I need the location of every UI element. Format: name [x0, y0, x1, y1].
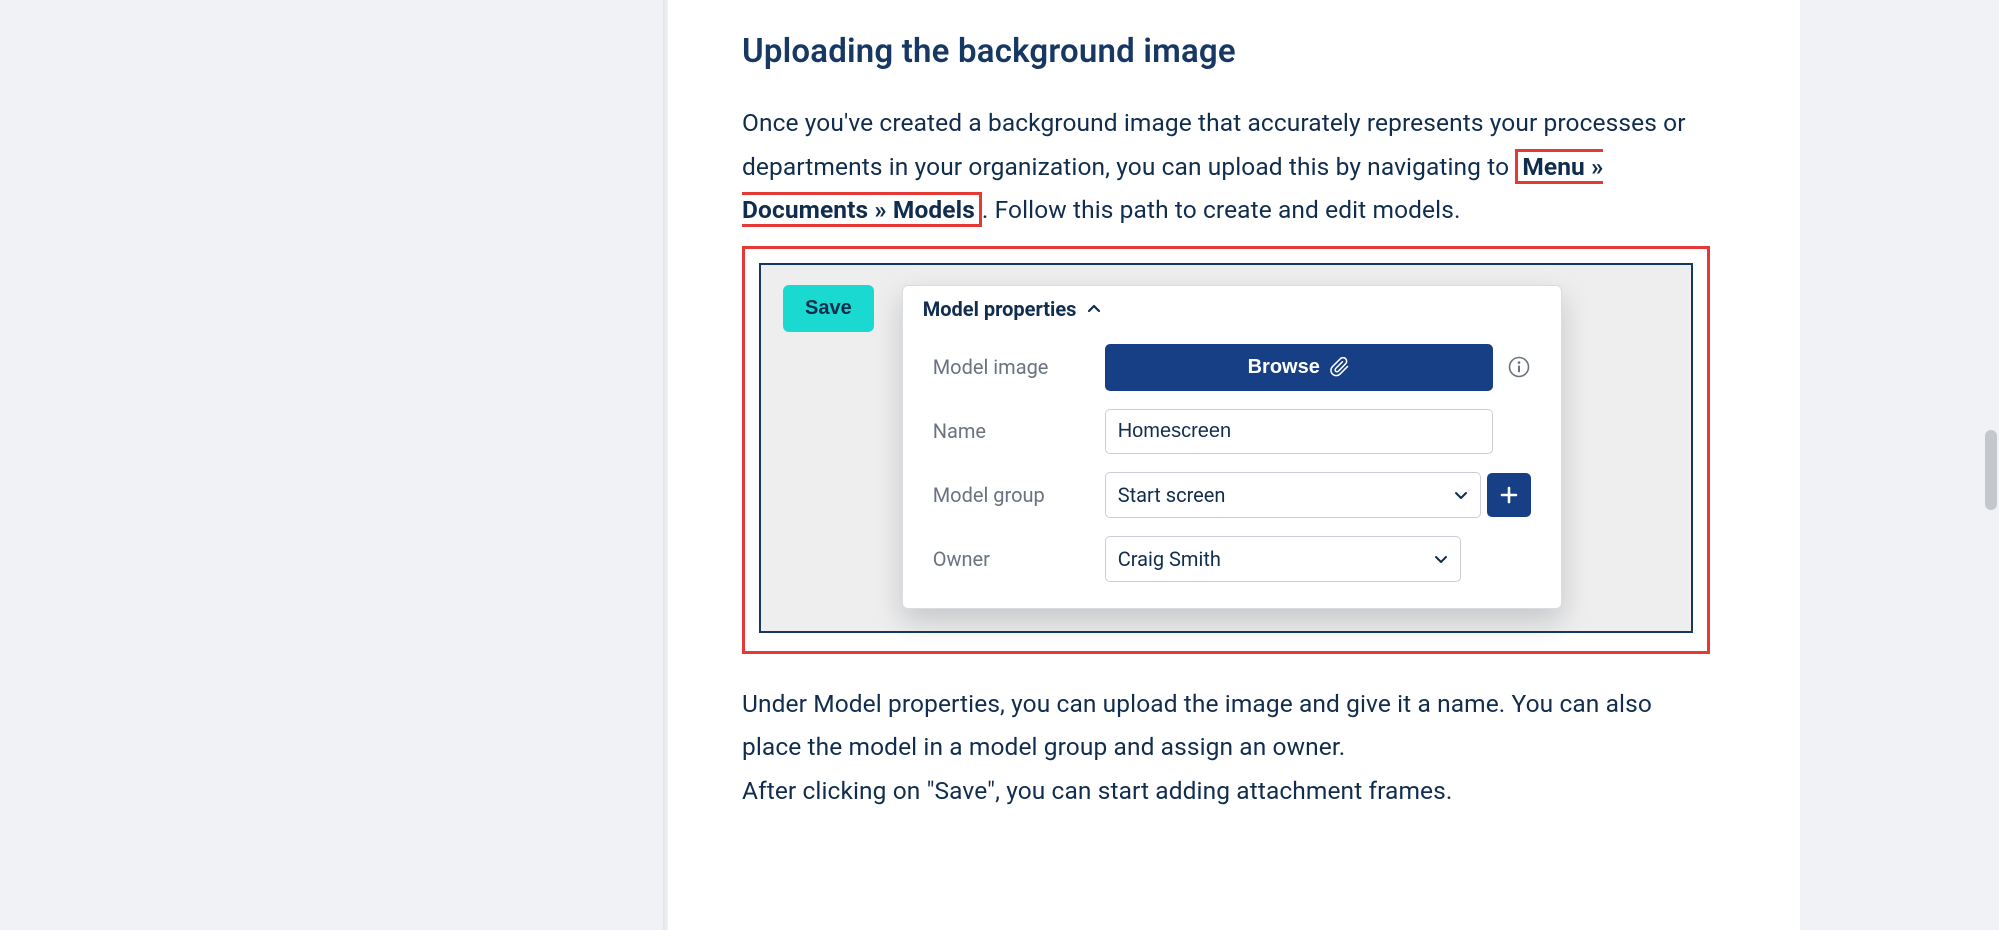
browse-button-label: Browse [1248, 356, 1320, 379]
paperclip-icon [1330, 357, 1350, 377]
model-group-select[interactable]: Start screen [1105, 472, 1481, 518]
screenshot-panel: Save Model properties Model image Browse [759, 263, 1693, 633]
name-row: Name [933, 409, 1531, 454]
name-input[interactable] [1105, 409, 1493, 454]
model-properties-form: Model image Browse Name [903, 332, 1561, 582]
info-icon[interactable] [1507, 355, 1531, 379]
outro-paragraph-1: Under Model properties, you can upload t… [742, 682, 1710, 769]
owner-select-wrap: Craig Smith [1105, 536, 1461, 582]
section-heading: Uploading the background image [742, 32, 1710, 71]
owner-label: Owner [933, 547, 1091, 571]
owner-select[interactable]: Craig Smith [1105, 536, 1461, 582]
toolbar: Save Model properties Model image Browse [783, 285, 1669, 585]
outro-paragraph-2: After clicking on "Save", you can start … [742, 769, 1710, 813]
figure-highlight-frame: Save Model properties Model image Browse [742, 246, 1710, 654]
model-group-row: Model group Start screen [933, 472, 1531, 518]
name-label: Name [933, 419, 1091, 443]
model-properties-label: Model properties [923, 297, 1077, 321]
owner-row: Owner Craig Smith [933, 536, 1531, 582]
document-content: Uploading the background image Once you'… [668, 0, 1800, 930]
add-model-group-button[interactable] [1487, 473, 1531, 517]
save-button[interactable]: Save [783, 285, 874, 332]
browse-button[interactable]: Browse [1105, 344, 1493, 391]
scrollbar-thumb[interactable] [1985, 430, 1997, 510]
model-image-label: Model image [933, 355, 1091, 379]
chevron-up-icon [1086, 301, 1102, 317]
plus-icon [1499, 485, 1519, 505]
model-group-select-wrap: Start screen [1105, 472, 1481, 518]
model-image-row: Model image Browse [933, 344, 1531, 391]
model-properties-dropdown-panel: Model properties Model image Browse [902, 285, 1562, 609]
intro-post: . Follow this path to create and edit mo… [982, 195, 1461, 224]
model-group-label: Model group [933, 483, 1091, 507]
intro-paragraph: Once you've created a background image t… [742, 101, 1710, 232]
model-properties-button[interactable]: Model properties [903, 286, 1561, 332]
scrollbar-track[interactable] [1979, 0, 1999, 930]
